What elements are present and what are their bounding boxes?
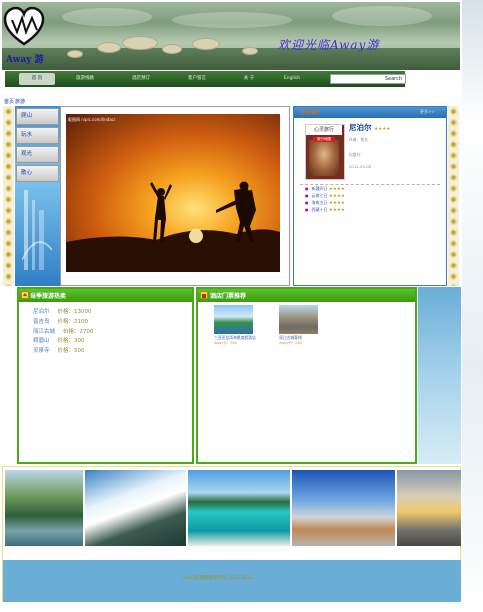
book-author: 作者：佚名 (349, 137, 368, 142)
hot-line-price: 价格：2700 (63, 329, 94, 335)
menu-climbing[interactable]: 爬山 (16, 108, 59, 125)
hot-lines-title: 当季旅游热卖 (30, 293, 67, 300)
gallery-image[interactable] (5, 470, 83, 546)
nav-guestbook[interactable]: 客户留言 (181, 73, 213, 85)
search-button[interactable]: Search (385, 75, 402, 83)
hotel-image[interactable] (214, 305, 253, 334)
hot-line-price: 价格：300 (57, 338, 85, 344)
nav-hotel-booking[interactable]: 酒店预订 (125, 73, 157, 85)
bullet-icon: ● (305, 207, 309, 212)
book-title-text: 尼泊尔 (349, 123, 372, 132)
right-flower-border (448, 106, 459, 286)
list-item-label: 新疆四日 (311, 186, 328, 191)
breadcrumb-travel[interactable]: 旅游 (15, 98, 25, 105)
hot-line-price: 价格：2100 (57, 319, 89, 325)
recommend-title: 全部推荐 (300, 110, 321, 116)
table-row[interactable]: 普吉岛 价格：2100 (33, 317, 88, 325)
list-item[interactable]: ● 西藏十日 ★★★★ (305, 207, 345, 213)
hot-lines-icon (21, 291, 29, 299)
book-cover-image (309, 140, 339, 176)
nav-english[interactable]: English (279, 73, 305, 85)
gallery-image[interactable] (292, 470, 395, 546)
left-flower-border (3, 106, 14, 286)
list-item[interactable]: ● 新疆四日 ★★★★ (305, 186, 345, 192)
table-row[interactable]: 丽江古城 价格：2700 (33, 327, 94, 335)
gallery-image[interactable] (85, 470, 186, 546)
footer (3, 560, 461, 602)
footer-copyright: Away旅游网版权所有 2012-2013 (183, 576, 253, 581)
hot-line-name: 尼泊尔 (33, 309, 50, 315)
list-item-label: 云南七日 (311, 193, 328, 198)
rating-stars-icon: ★★★★ (374, 127, 391, 132)
book-red-label: 旅行地图 (313, 137, 335, 142)
menu-water[interactable]: 玩水 (16, 127, 59, 144)
side-decoration (418, 287, 461, 464)
rating-stars-icon: ★★★★ (328, 201, 345, 206)
table-row[interactable]: 峨眉山 价格：300 (33, 336, 85, 344)
divider (300, 184, 440, 185)
rating-stars-icon: ★★★★ (328, 194, 345, 199)
nav-about[interactable]: 关 于 (237, 73, 261, 85)
rating-stars-icon: ★★★★ (328, 208, 345, 213)
book-title[interactable]: 尼泊尔 ★★★★ (349, 122, 390, 133)
hotel-price: Away价：560 (214, 341, 238, 345)
hot-line-price: 价格：13000 (57, 309, 92, 315)
hot-line-name: 普吉岛 (33, 319, 50, 325)
decorative-bars-icon (22, 190, 52, 270)
menu-relax[interactable]: 散心 (16, 165, 59, 182)
photo-watermark: 昵图网 nipic.com/lindacr (68, 117, 116, 122)
list-item-label: 西藏十日 (311, 207, 328, 212)
book-publisher: 出版社： (349, 152, 365, 157)
site-logo-text: Away 游 (6, 55, 44, 65)
list-item[interactable]: ● 云南七日 ★★★★ (305, 193, 345, 199)
featured-photo[interactable] (66, 114, 280, 272)
hot-line-name: 灵泉寺 (33, 348, 50, 354)
gallery-image[interactable] (188, 470, 290, 546)
main-nav: 首 页 旅游线路 酒店预订 客户留言 关 于 English Search (5, 71, 406, 87)
book-series-label: 心灵旅行 (306, 125, 342, 135)
menu-sightseeing[interactable]: 观光 (16, 146, 59, 163)
hotel-image[interactable] (279, 305, 318, 334)
nav-tour-routes[interactable]: 旅游线路 (69, 73, 101, 85)
bullet-icon: ● (305, 186, 309, 191)
hot-line-name: 峨眉山 (33, 338, 50, 344)
nav-home[interactable]: 首 页 (19, 73, 55, 85)
table-row[interactable]: 灵泉寺 价格：500 (33, 346, 85, 354)
list-item-label: 海南五日 (311, 200, 328, 205)
header-banner (2, 2, 460, 70)
climbers-silhouette-icon (66, 181, 280, 272)
breadcrumb-home[interactable]: 首页 (4, 98, 14, 105)
list-item[interactable]: ● 海南五日 ★★★★ (305, 200, 345, 206)
hot-line-name: 丽江古城 (33, 329, 56, 335)
bullet-icon: ● (305, 200, 309, 205)
gallery-image[interactable] (397, 470, 461, 546)
page-edge-decoration (462, 0, 483, 612)
search-input[interactable]: Search (330, 74, 406, 84)
rating-stars-icon: ★★★★ (328, 187, 345, 192)
book-date: 2012-05-08 (349, 164, 372, 169)
hotel-title: 酒店门票推荐 (210, 293, 247, 300)
hotel-icon (200, 291, 208, 299)
more-link[interactable]: 更多>> (420, 109, 435, 115)
heart-logo-icon (3, 6, 45, 46)
welcome-heading: 欢迎光临Away游 (278, 38, 380, 52)
hotel-price: Away价：260 (279, 341, 303, 345)
table-row[interactable]: 尼泊尔 价格：13000 (33, 307, 92, 315)
bullet-icon: ● (305, 193, 309, 198)
hot-line-price: 价格：500 (57, 348, 85, 354)
